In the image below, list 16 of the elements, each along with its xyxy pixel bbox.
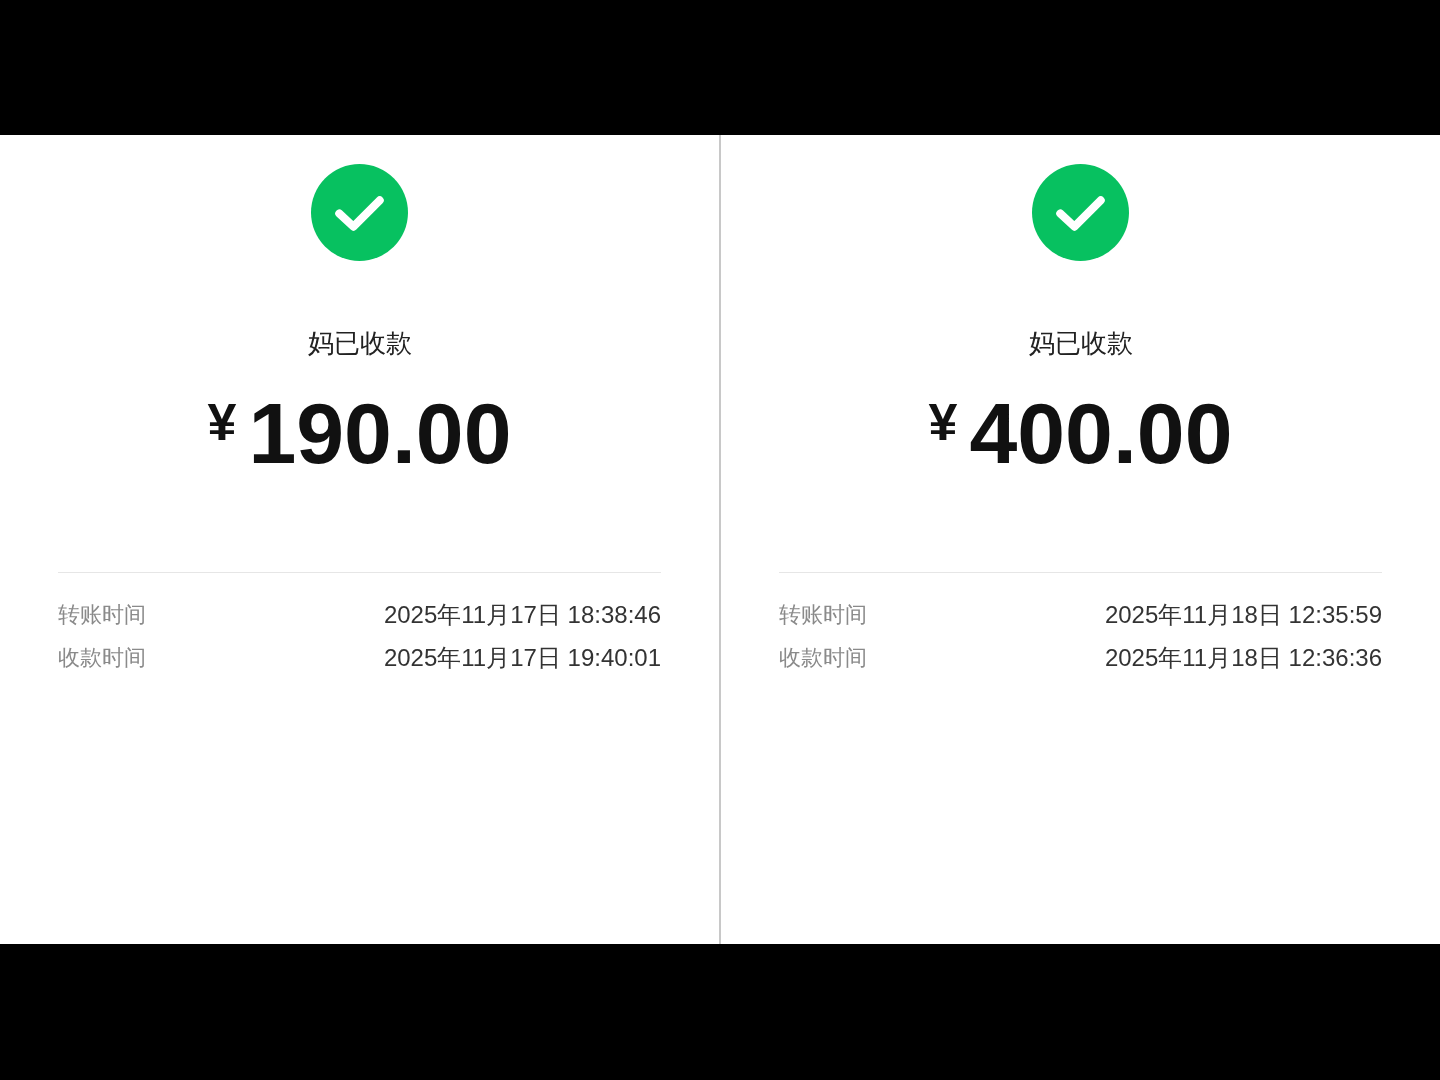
currency-symbol: ¥ (928, 392, 958, 453)
detail-label: 收款时间 (779, 644, 867, 672)
amount-text: 400.00 (969, 384, 1233, 483)
detail-value: 2025年11月18日 12:36:36 (1104, 643, 1382, 673)
success-check-icon (1032, 164, 1129, 261)
detail-value: 2025年11月17日 18:38:46 (383, 600, 661, 630)
detail-label: 收款时间 (58, 644, 146, 672)
detail-label: 转账时间 (58, 601, 146, 629)
currency-symbol: ¥ (207, 392, 237, 453)
success-check-icon (311, 164, 408, 261)
amount-text: 190.00 (248, 384, 512, 483)
detail-value: 2025年11月17日 19:40:01 (383, 643, 661, 673)
detail-value: 2025年11月18日 12:35:59 (1104, 600, 1382, 630)
status-text: 妈已收款 (307, 327, 412, 360)
detail-label: 转账时间 (779, 601, 867, 629)
status-text: 妈已收款 (1028, 327, 1133, 360)
